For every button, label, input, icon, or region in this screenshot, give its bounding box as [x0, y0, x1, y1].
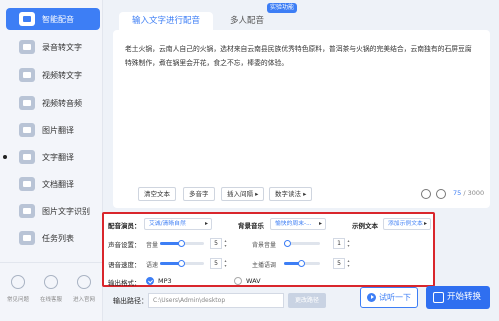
tempo-sub-label: 主播语调 [252, 262, 277, 269]
output-path-field[interactable]: C:\Users\Admin\desktop [148, 293, 284, 308]
tempo-slider-knob[interactable] [298, 260, 305, 267]
output-format-label: 输出格式： [108, 279, 141, 287]
format-wav-radio[interactable] [234, 277, 242, 285]
preview-listen-button[interactable]: 试听一下 [360, 287, 418, 308]
sidebar-item-image-translate[interactable]: 图片翻译 [6, 119, 100, 141]
help-icon [11, 275, 25, 289]
sidebar-item-task-list[interactable]: 任务列表 [6, 227, 100, 249]
start-convert-button[interactable]: 开始转换 [426, 286, 490, 309]
undo-icon[interactable] [421, 189, 431, 199]
voice-settings-panel: 配音演员： 艾诚/清晰自然 背景音乐 愉快的周末-... 示例文本 添加示例文本… [102, 212, 435, 287]
char-count-max: / 3000 [463, 189, 485, 197]
char-count-current: 75 [453, 189, 462, 197]
text-translate-icon [19, 150, 35, 164]
task-list-icon [19, 231, 35, 245]
sidebar-item-label: 文档翻译 [42, 179, 74, 189]
sidebar-item-label: 视频转音频 [42, 98, 82, 108]
help-link[interactable]: 常见问题 [3, 275, 33, 303]
sidebar-item-record-to-text[interactable]: 录音转文字 [6, 36, 100, 58]
video-to-audio-icon [19, 96, 35, 110]
sidebar-item-video-to-text[interactable]: 视频转文字 [6, 64, 100, 86]
microphone-icon [19, 12, 35, 26]
speed-stepper[interactable]: ▴ ▾ [223, 258, 228, 269]
format-mp3-label[interactable]: MP3 [158, 277, 172, 285]
volume-stepper[interactable]: ▴ ▾ [223, 238, 228, 249]
bgm-select[interactable]: 愉快的周末-... [270, 218, 326, 230]
speed-setting-label: 语音速度： [108, 261, 141, 269]
insert-pause-button[interactable]: 插入间隔 ▸ [221, 187, 265, 201]
support-link-label: 在线客服 [39, 297, 62, 303]
help-link-label: 常见问题 [6, 297, 29, 303]
format-mp3-radio[interactable] [146, 277, 154, 285]
sidebar-item-image-ocr[interactable]: 图片文字识别 [6, 200, 100, 222]
website-link-label: 进入官网 [72, 297, 95, 303]
volume-setting-label: 声音设置： [108, 241, 141, 249]
editor-text[interactable]: 老土火锅，云南人自己的火锅，选材来自云南县民族优秀特色原料，普洱茶与火锅的完美结… [125, 42, 477, 70]
sample-text-label: 示例文本 [352, 222, 378, 230]
tab-bar: 输入文字进行配音 多人配音 实验功能 [113, 3, 491, 30]
tab-text-dubbing[interactable]: 输入文字进行配音 [119, 12, 213, 30]
bg-volume-stepper[interactable]: ▴ ▾ [346, 238, 351, 249]
number-reading-button[interactable]: 数字读法 ▸ [269, 187, 313, 201]
clear-text-button[interactable]: 清空文本 [138, 187, 176, 201]
experimental-badge: 实验功能 [267, 3, 298, 13]
volume-value[interactable]: 5 [210, 238, 222, 249]
sidebar-item-label: 录音转文字 [42, 42, 82, 52]
output-path-label: 输出路径： [113, 297, 148, 305]
change-path-button[interactable]: 更改路径 [288, 293, 326, 308]
bg-volume-sub-label: 背景音量 [252, 242, 277, 249]
support-icon [44, 275, 58, 289]
website-link[interactable]: 进入官网 [69, 275, 99, 303]
support-link[interactable]: 在线客服 [36, 275, 66, 303]
volume-sub-label: 音量 [146, 242, 159, 249]
speed-value[interactable]: 5 [210, 258, 222, 269]
sidebar-item-label: 智能配音 [42, 14, 74, 24]
sidebar-item-text-translate[interactable]: 文字翻译 [3, 146, 100, 168]
clear-icon[interactable] [436, 189, 446, 199]
cursor-dot [3, 155, 7, 159]
bg-volume-slider-knob[interactable] [283, 240, 291, 247]
sample-text-select[interactable]: 添加示例文本 [383, 218, 431, 230]
voice-actor-select[interactable]: 艾诚/清晰自然 [144, 218, 212, 230]
volume-slider-knob[interactable] [178, 240, 185, 247]
website-icon [77, 275, 91, 289]
image-ocr-icon [19, 204, 35, 218]
sidebar-item-smart-dubbing[interactable]: 智能配音 [6, 8, 100, 30]
sidebar-item-label: 图片翻译 [42, 125, 74, 135]
sidebar-bottom-links: 常见问题 在线客服 进入官网 [0, 262, 103, 321]
bg-volume-value[interactable]: 1 [333, 238, 345, 249]
speed-slider-knob[interactable] [178, 260, 185, 267]
convert-icon [433, 292, 444, 303]
sidebar-item-label: 任务列表 [42, 233, 74, 243]
polyphone-button[interactable]: 多音字 [183, 187, 215, 201]
record-to-text-icon [19, 40, 35, 54]
text-editor[interactable]: 老土火锅，云南人自己的火锅，选材来自云南县民族优秀特色原料，普洱茶与火锅的完美结… [113, 30, 490, 208]
sidebar-item-label: 文字翻译 [42, 152, 74, 162]
video-to-text-icon [19, 68, 35, 82]
tempo-stepper[interactable]: ▴ ▾ [346, 258, 351, 269]
sidebar-item-label: 视频转文字 [42, 70, 82, 80]
sidebar-item-label: 图片文字识别 [42, 206, 90, 216]
tab-multi-voice[interactable]: 多人配音 [215, 12, 279, 30]
speed-sub-label: 语速 [146, 262, 159, 269]
sidebar-item-document-translate[interactable]: 文档翻译 [6, 173, 100, 195]
bgm-label: 背景音乐 [238, 222, 264, 230]
char-count: 75 / 3000 [453, 189, 484, 197]
sidebar: 智能配音 录音转文字 视频转文字 视频转音频 图片翻译 文字翻译 文档翻译 图片… [0, 0, 103, 321]
document-translate-icon [19, 177, 35, 191]
play-icon [367, 293, 376, 302]
format-wav-label[interactable]: WAV [246, 277, 261, 285]
start-convert-label: 开始转换 [447, 292, 482, 302]
tempo-value[interactable]: 5 [333, 258, 345, 269]
preview-listen-label: 试听一下 [379, 293, 411, 302]
voice-actor-label: 配音演员： [108, 222, 141, 230]
sidebar-item-video-to-audio[interactable]: 视频转音频 [6, 92, 100, 114]
image-translate-icon [19, 123, 35, 137]
